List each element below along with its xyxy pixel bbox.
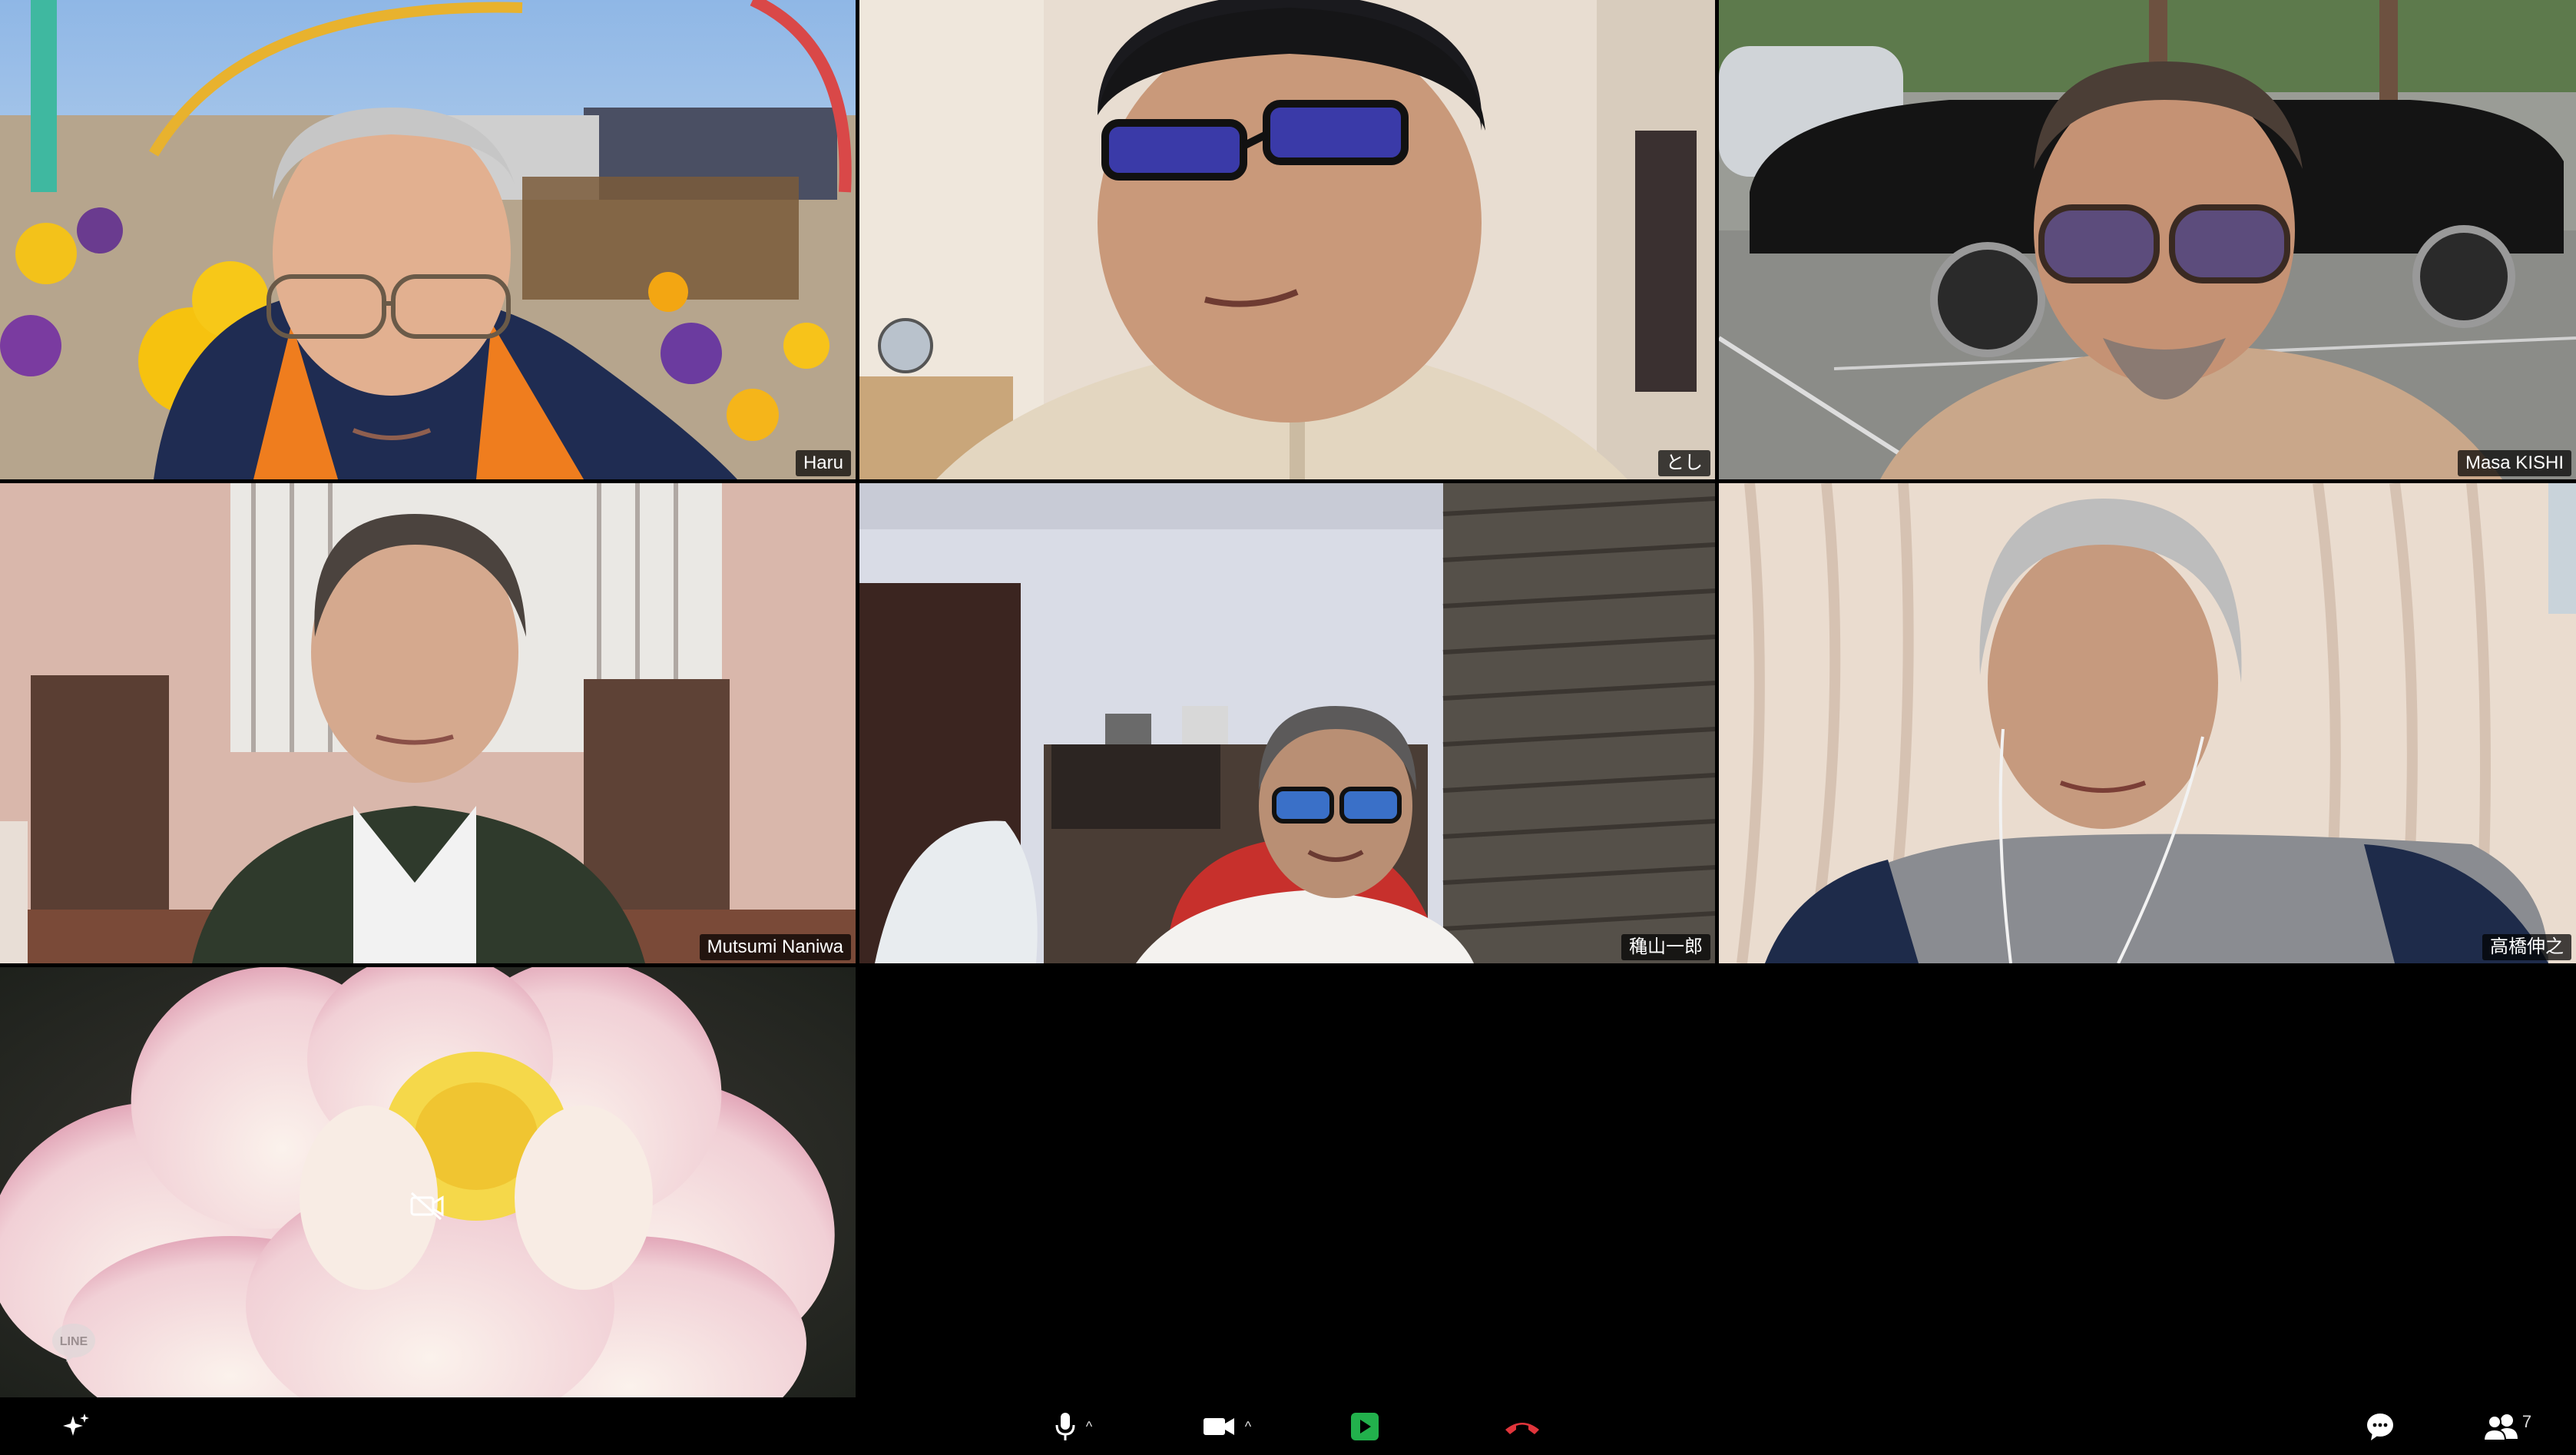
participants-icon xyxy=(2482,1414,2518,1440)
video-feed xyxy=(1719,0,2576,479)
chat-icon xyxy=(2367,1414,2393,1440)
video-feed xyxy=(0,0,856,479)
participant-tile-haru[interactable]: Haru xyxy=(0,0,856,479)
video-camera-button[interactable]: ^ xyxy=(1192,1407,1261,1446)
video-call-window: Haru とし Masa KISHI Mutsumi Naniwa 穐山一郎 高… xyxy=(0,0,2576,1455)
chat-button[interactable] xyxy=(2361,1407,2399,1446)
participant-name-label: Mutsumi Naniwa xyxy=(699,934,851,960)
video-feed xyxy=(0,483,856,963)
video-feed xyxy=(859,483,1715,963)
participant-name-label: Masa KISHI xyxy=(2457,450,2571,476)
participant-tile-mutsumi-naniwa[interactable]: Mutsumi Naniwa xyxy=(0,483,856,963)
line-logo-icon: LINE xyxy=(52,1324,95,1362)
participant-name-label: とし xyxy=(1658,450,1710,476)
video-options-caret[interactable]: ^ xyxy=(1245,1420,1251,1433)
participant-tile-takahashi-nobuyuki[interactable]: 高橋伸之 xyxy=(1719,483,2576,963)
line-logo-text: LINE xyxy=(60,1335,88,1348)
sparkle-button[interactable] xyxy=(57,1407,95,1446)
microphone-icon xyxy=(1055,1413,1075,1440)
participant-name-label: 高橋伸之 xyxy=(2482,934,2571,960)
end-call-button[interactable] xyxy=(1499,1407,1545,1446)
participants-count: 7 xyxy=(2521,1412,2532,1431)
participant-name-label: Haru xyxy=(795,450,851,476)
participant-tile-video-off[interactable]: LINE xyxy=(0,967,856,1397)
participant-tile-akiyama-ichiro[interactable]: 穐山一郎 xyxy=(859,483,1715,963)
video-camera-icon xyxy=(1203,1418,1234,1435)
video-feed xyxy=(1719,483,2576,963)
participant-tile-toshi[interactable]: とし xyxy=(859,0,1715,479)
end-call-icon xyxy=(1505,1423,1539,1434)
microphone-button[interactable]: ^ xyxy=(1038,1407,1108,1446)
microphone-options-caret[interactable]: ^ xyxy=(1086,1420,1092,1433)
participant-tile-masa-kishi[interactable]: Masa KISHI xyxy=(1719,0,2576,479)
participant-name-label: 穐山一郎 xyxy=(1621,934,1710,960)
share-screen-button[interactable] xyxy=(1346,1407,1384,1446)
video-feed xyxy=(859,0,1715,479)
participants-button[interactable]: 7 xyxy=(2476,1407,2538,1446)
meeting-controls-toolbar: ^ ^ 7 xyxy=(0,1398,2576,1455)
sparkle-icon xyxy=(63,1414,89,1436)
video-off-icon xyxy=(410,1192,444,1221)
share-screen-icon xyxy=(1351,1413,1379,1440)
profile-picture xyxy=(0,967,856,1397)
